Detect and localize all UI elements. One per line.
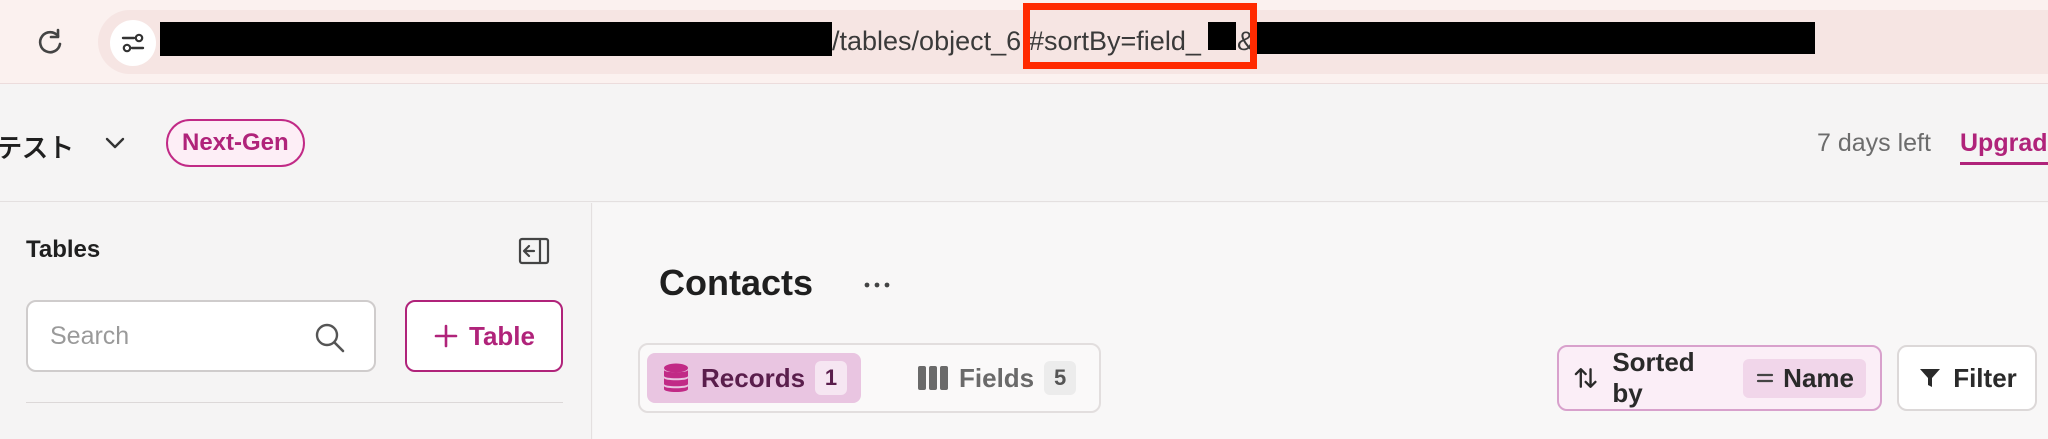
more-options-icon[interactable] xyxy=(860,270,894,300)
tab-fields[interactable]: Fields 5 xyxy=(903,353,1090,403)
filter-button[interactable]: Filter xyxy=(1897,345,2037,411)
search-placeholder: Search xyxy=(50,322,130,350)
collapse-sidebar-icon[interactable] xyxy=(518,236,550,266)
chevron-down-icon[interactable] xyxy=(100,128,130,158)
sort-arrows-icon xyxy=(1574,368,1597,388)
sidebar-title: Tables xyxy=(26,236,101,263)
add-table-label: Table xyxy=(469,320,535,351)
table-search-input[interactable]: Search xyxy=(26,300,376,372)
reload-icon[interactable] xyxy=(30,22,70,62)
site-settings-icon[interactable] xyxy=(110,20,156,66)
search-icon xyxy=(312,320,348,356)
plus-icon xyxy=(434,324,458,348)
trial-days-left: 7 days left xyxy=(1817,129,1931,157)
url-path: /tables/object_6 xyxy=(832,26,1022,56)
tab-records-label: Records xyxy=(701,362,806,393)
sidebar-divider xyxy=(26,402,563,403)
next-gen-badge: Next-Gen xyxy=(166,119,305,167)
equals-icon xyxy=(1757,373,1774,383)
view-tabs: Records 1 Fields 5 xyxy=(638,343,1101,413)
add-table-button[interactable]: Table xyxy=(405,300,563,372)
database-icon xyxy=(664,363,688,392)
annotation-highlight-box xyxy=(1023,3,1257,69)
badge-label: Next-Gen xyxy=(182,129,289,156)
tab-fields-label: Fields xyxy=(959,362,1035,393)
sort-field-label: Name xyxy=(1783,362,1854,393)
sort-label: Sorted by xyxy=(1612,347,1695,408)
page-title: Contacts xyxy=(659,262,814,303)
url-redaction xyxy=(160,22,832,56)
url-redaction xyxy=(1257,22,1815,54)
sort-chip[interactable]: Sorted by Name xyxy=(1557,345,1882,411)
records-count: 1 xyxy=(815,361,848,395)
columns-icon xyxy=(918,366,948,390)
workspace-name[interactable]: テスト xyxy=(0,128,74,165)
tab-records[interactable]: Records 1 xyxy=(647,353,862,403)
sort-field[interactable]: Name xyxy=(1743,358,1866,398)
upgrade-link[interactable]: Upgrad xyxy=(1960,129,2048,165)
fields-count: 5 xyxy=(1044,361,1077,395)
filter-label: Filter xyxy=(1953,362,2017,393)
app-header xyxy=(0,84,2048,202)
filter-icon xyxy=(1920,369,1941,387)
